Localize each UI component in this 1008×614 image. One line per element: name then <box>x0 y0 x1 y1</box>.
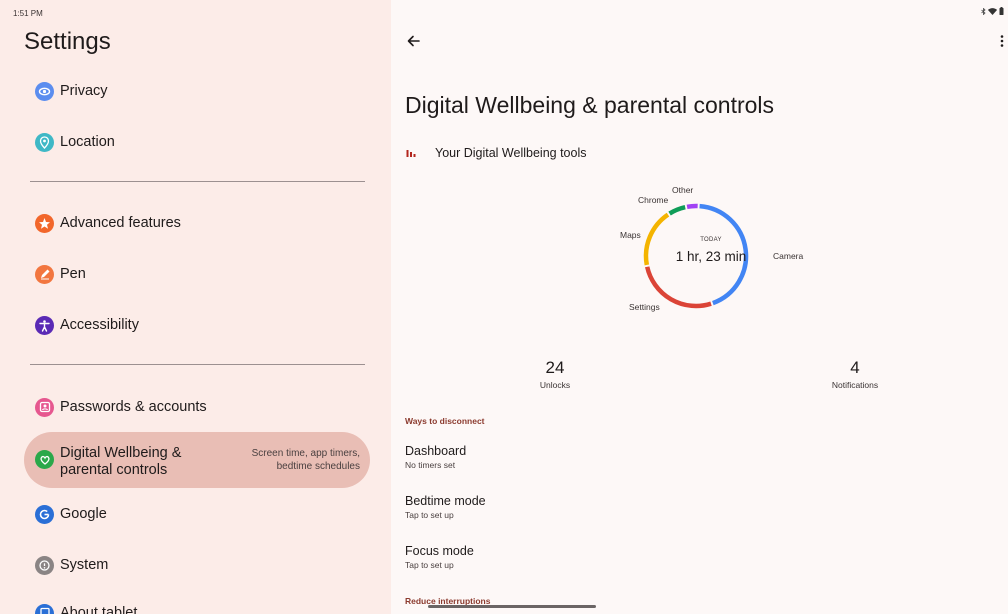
pen-icon <box>35 264 54 284</box>
system-icon <box>35 555 54 575</box>
sidebar-item-passwords-accounts[interactable]: Passwords & accounts <box>24 394 370 420</box>
detail-pane: Digital Wellbeing & parental controls Yo… <box>391 0 1008 614</box>
settings-title: Settings <box>24 28 111 55</box>
bar-chart-icon <box>406 150 416 157</box>
notifications-stat: 4 Notifications <box>795 358 915 390</box>
battery-icon <box>999 7 1004 15</box>
settings-pane: 1:51 PM Settings Privacy Location Advanc… <box>0 0 391 614</box>
donut-center-today: TODAY <box>700 237 722 243</box>
notifications-value: 4 <box>850 358 860 377</box>
sidebar-item-sub-line2: bedtime schedules <box>276 460 360 472</box>
sidebar-item-label: Accessibility <box>60 317 139 333</box>
unlocks-value: 24 <box>545 358 565 377</box>
sidebar-item-label: Passwords & accounts <box>60 399 207 415</box>
page-title: Digital Wellbeing & parental controls <box>405 92 775 118</box>
sidebar-item-label: About tablet <box>60 605 138 614</box>
sidebar-item-label: Privacy <box>60 83 108 99</box>
bluetooth-icon <box>981 7 986 15</box>
donut-label-chrome: Chrome <box>638 195 669 205</box>
more-options-icon[interactable] <box>999 34 1005 48</box>
location-icon <box>35 132 54 152</box>
section-ways-to-disconnect: Ways to disconnect <box>405 416 485 426</box>
donut-label-other: Other <box>672 185 694 195</box>
notifications-label: Notifications <box>831 380 879 390</box>
wellbeing-icon <box>35 450 54 469</box>
donut-segment-settings[interactable] <box>644 266 712 309</box>
sidebar-item-digital-wellbeing[interactable]: Digital Wellbeing & parental controls Sc… <box>24 432 370 488</box>
sidebar-item-sub-line1: Screen time, app timers, <box>251 448 360 459</box>
google-icon <box>35 504 54 524</box>
sidebar-item-about-tablet[interactable]: About tablet <box>24 600 370 614</box>
donut-segment-chrome[interactable] <box>668 204 686 216</box>
dashboard-title: Dashboard <box>405 444 467 458</box>
sidebar-item-advanced-features[interactable]: Advanced features <box>24 210 370 236</box>
sidebar-item-label: Advanced features <box>60 215 181 231</box>
back-arrow-icon[interactable] <box>405 32 423 50</box>
dashboard-item[interactable]: Dashboard No timers set <box>405 444 466 470</box>
wellbeing-tools-label: Your Digital Wellbeing tools <box>435 146 587 160</box>
about-icon <box>35 603 54 614</box>
sidebar-item-location[interactable]: Location <box>24 129 370 155</box>
wellbeing-tools-header: Your Digital Wellbeing tools <box>405 146 586 160</box>
bedtime-mode-title: Bedtime mode <box>405 494 486 508</box>
sidebar-item-label: System <box>60 557 109 573</box>
divider <box>30 181 365 182</box>
sidebar-item-accessibility[interactable]: Accessibility <box>24 312 370 338</box>
focus-mode-subtitle: Tap to set up <box>405 560 454 570</box>
donut-center-total: 1 hr, 23 min <box>675 249 747 264</box>
sidebar-item-privacy[interactable]: Privacy <box>24 78 370 104</box>
accessibility-icon <box>35 315 54 335</box>
wifi-icon <box>988 7 997 15</box>
status-time: 1:51 PM <box>13 9 43 18</box>
sidebar-item-google[interactable]: Google <box>24 501 370 527</box>
divider <box>30 364 365 365</box>
unlocks-stat: 24 Unlocks <box>495 358 615 390</box>
donut-label-settings: Settings <box>629 302 660 312</box>
sidebar-item-label: Pen <box>60 266 86 282</box>
donut-segment-other[interactable] <box>686 203 698 210</box>
dashboard-subtitle: No timers set <box>405 460 456 470</box>
sidebar-item-label: Location <box>60 134 115 150</box>
passwords-icon <box>35 397 54 417</box>
bedtime-mode-subtitle: Tap to set up <box>405 510 454 520</box>
focus-mode-title: Focus mode <box>405 544 474 558</box>
sidebar-item-label: Google <box>60 506 107 522</box>
usage-donut-chart[interactable]: Camera Settings Maps Chrome Other TODAY … <box>591 178 831 328</box>
sidebar-item-pen[interactable]: Pen <box>24 261 370 287</box>
gesture-nav-bar[interactable] <box>428 605 596 608</box>
star-icon <box>35 213 54 233</box>
bedtime-mode-item[interactable]: Bedtime mode Tap to set up <box>405 494 486 520</box>
privacy-icon <box>35 81 54 101</box>
status-icons <box>981 7 1004 15</box>
focus-mode-item[interactable]: Focus mode Tap to set up <box>405 544 474 570</box>
sidebar-item-label-line2: parental controls <box>60 462 168 478</box>
unlocks-label: Unlocks <box>539 380 571 390</box>
sidebar-item-system[interactable]: System <box>24 552 370 578</box>
sidebar-item-label-line1: Digital Wellbeing & <box>60 445 182 461</box>
